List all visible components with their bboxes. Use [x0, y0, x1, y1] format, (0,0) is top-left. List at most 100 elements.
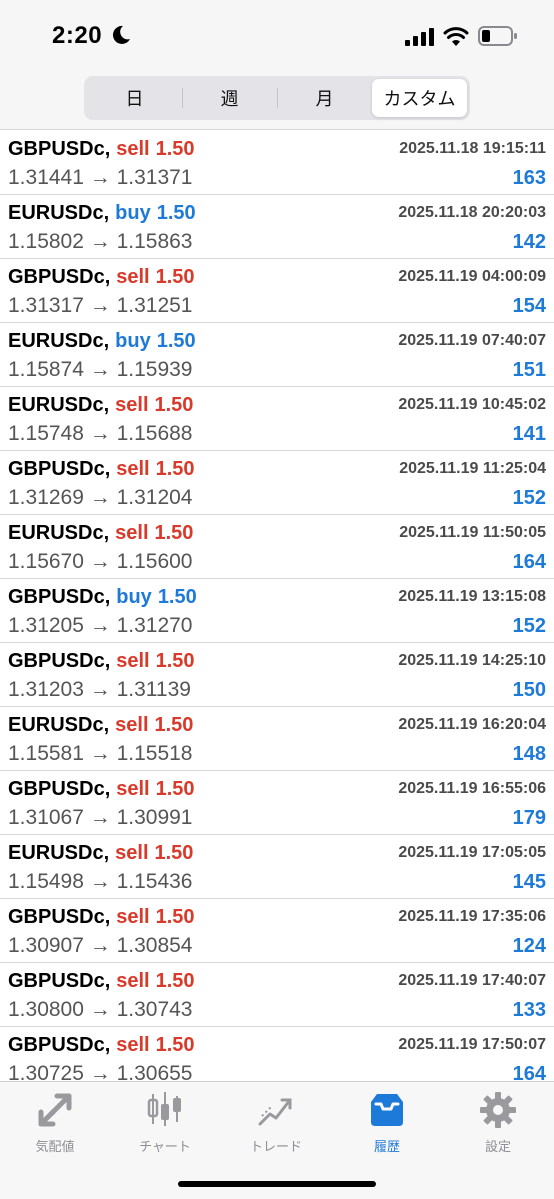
trade-profit: 164 [512, 1063, 546, 1081]
trade-side: sell [116, 458, 150, 480]
trade-timestamp: 2025.11.19 10:45:02 [398, 396, 546, 413]
trade-timestamp: 2025.11.19 17:50:07 [398, 1036, 546, 1053]
segment-custom[interactable]: カスタム [372, 79, 467, 117]
trade-profit: 141 [512, 423, 546, 445]
trade-timestamp: 2025.11.19 17:05:05 [398, 844, 546, 861]
trade-row[interactable]: GBPUSDc, sell 1.50 1.31317 → 1.31251 2025.11… [0, 259, 554, 323]
trade-symbol-line: GBPUSDc, sell 1.50 [8, 650, 195, 673]
period-segmented-control: 日 週 月 カスタム [84, 76, 470, 120]
trade-side: sell [116, 970, 150, 992]
period-header: 日 週 月 カスタム [0, 72, 554, 130]
trade-profit: 150 [512, 679, 546, 701]
trade-side: sell [115, 522, 149, 544]
trade-symbol-line: EURUSDc, buy 1.50 [8, 202, 196, 225]
tab-trade[interactable]: トレード [221, 1090, 331, 1160]
trade-side: sell [116, 650, 150, 672]
status-bar: 2:20 [0, 0, 554, 72]
trade-symbol-line: EURUSDc, sell 1.50 [8, 522, 193, 545]
tab-history[interactable]: 履歴 [332, 1090, 442, 1160]
trade-symbol-line: EURUSDc, buy 1.50 [8, 330, 196, 353]
tab-label: チャート [139, 1139, 191, 1154]
trade-side: buy [115, 202, 151, 224]
trade-timestamp: 2025.11.19 13:15:08 [398, 588, 546, 605]
trade-row[interactable]: GBPUSDc, sell 1.50 1.30800 → 1.30743 2025.11… [0, 963, 554, 1027]
trade-prices: 1.15802 → 1.15863 [8, 230, 193, 253]
trade-row[interactable]: GBPUSDc, sell 1.50 1.31441 → 1.31371 2025.11… [0, 131, 554, 195]
trade-row[interactable]: GBPUSDc, sell 1.50 1.31269 → 1.31204 2025.11… [0, 451, 554, 515]
trade-row[interactable]: GBPUSDc, sell 1.50 1.30725 → 1.30655 2025.11… [0, 1027, 554, 1081]
trade-side: buy [116, 586, 152, 608]
trade-profit: 142 [512, 231, 546, 253]
trade-side: sell [116, 906, 150, 928]
trade-timestamp: 2025.11.19 07:40:07 [398, 332, 546, 349]
segment-week[interactable]: 週 [182, 79, 277, 117]
trade-symbol: EURUSDc, [8, 202, 110, 224]
trade-profit: 124 [512, 935, 546, 957]
trade-symbol-line: GBPUSDc, sell 1.50 [8, 458, 195, 481]
trade-side: sell [116, 266, 150, 288]
trade-volume: 1.50 [156, 330, 196, 352]
trade-symbol: GBPUSDc, [8, 650, 111, 672]
trade-symbol: EURUSDc, [8, 330, 110, 352]
trade-profit: 152 [512, 615, 546, 637]
trade-symbol: GBPUSDc, [8, 586, 111, 608]
trade-symbol-line: GBPUSDc, sell 1.50 [8, 138, 195, 161]
trade-prices: 1.15748 → 1.15688 [8, 422, 193, 445]
tab-settings[interactable]: 設定 [443, 1090, 553, 1160]
segment-month[interactable]: 月 [277, 79, 372, 117]
trade-prices: 1.15874 → 1.15939 [8, 358, 193, 381]
trade-profit: 133 [512, 999, 546, 1021]
quotes-icon [38, 1093, 72, 1127]
trade-history-list[interactable]: GBPUSDc, sell 1.50 1.31441 → 1.31371 2025.11… [0, 131, 554, 1081]
tab-label: トレード [249, 1139, 302, 1154]
trade-row[interactable]: EURUSDc, sell 1.50 1.15498 → 1.15436 2025.11… [0, 835, 554, 899]
trade-timestamp: 2025.11.19 17:35:06 [398, 908, 546, 925]
trade-volume: 1.50 [157, 586, 197, 608]
trade-row[interactable]: GBPUSDc, sell 1.50 1.31067 → 1.30991 2025.11… [0, 771, 554, 835]
trade-prices: 1.30907 → 1.30854 [8, 934, 193, 957]
trade-profit: 152 [512, 487, 546, 509]
gear-icon [480, 1092, 516, 1128]
trade-row[interactable]: EURUSDc, sell 1.50 1.15670 → 1.15600 2025.11… [0, 515, 554, 579]
trade-symbol: EURUSDc, [8, 714, 110, 736]
trade-row[interactable]: EURUSDc, sell 1.50 1.15748 → 1.15688 2025.11… [0, 387, 554, 451]
trade-timestamp: 2025.11.19 11:25:04 [399, 460, 546, 477]
trade-volume: 1.50 [155, 266, 195, 288]
trade-side: sell [116, 778, 150, 800]
trade-profit: 145 [512, 871, 546, 893]
trade-row[interactable]: EURUSDc, buy 1.50 1.15802 → 1.15863 2025.11.… [0, 195, 554, 259]
wifi-icon [443, 27, 469, 46]
trade-side: buy [115, 330, 151, 352]
tab-quotes[interactable]: 気配値 [0, 1090, 110, 1160]
trade-prices: 1.30725 → 1.30655 [8, 1062, 193, 1081]
status-time: 2:20 [52, 22, 103, 49]
trade-symbol-line: GBPUSDc, sell 1.50 [8, 970, 195, 993]
trade-prices: 1.15581 → 1.15518 [8, 742, 193, 765]
trade-symbol: GBPUSDc, [8, 970, 111, 992]
trade-row[interactable]: GBPUSDc, buy 1.50 1.31205 → 1.31270 2025.11.… [0, 579, 554, 643]
trade-prices: 1.15498 → 1.15436 [8, 870, 193, 893]
trade-profit: 164 [512, 551, 546, 573]
chart-candles-icon [147, 1092, 181, 1126]
trade-row[interactable]: GBPUSDc, sell 1.50 1.31203 → 1.31139 2025.11… [0, 643, 554, 707]
trade-volume: 1.50 [155, 778, 195, 800]
trade-row[interactable]: GBPUSDc, sell 1.50 1.30907 → 1.30854 2025.11… [0, 899, 554, 963]
trade-volume: 1.50 [155, 1034, 195, 1056]
segment-day[interactable]: 日 [87, 79, 182, 117]
trade-side: sell [115, 714, 149, 736]
trade-timestamp: 2025.11.18 19:15:11 [399, 140, 546, 157]
tab-chart[interactable]: チャート [110, 1090, 220, 1160]
trade-volume: 1.50 [155, 970, 195, 992]
trade-symbol-line: EURUSDc, sell 1.50 [8, 394, 193, 417]
trade-row[interactable]: EURUSDc, buy 1.50 1.15874 → 1.15939 2025.11.… [0, 323, 554, 387]
trade-profit: 148 [512, 743, 546, 765]
trade-symbol: EURUSDc, [8, 522, 110, 544]
trade-timestamp: 2025.11.19 16:55:06 [398, 780, 546, 797]
trade-symbol-line: GBPUSDc, sell 1.50 [8, 266, 195, 289]
tab-label: 履歴 [373, 1139, 400, 1154]
trade-profit: 163 [512, 167, 546, 189]
tab-label: 設定 [484, 1139, 511, 1154]
trade-row[interactable]: EURUSDc, sell 1.50 1.15581 → 1.15518 2025.11… [0, 707, 554, 771]
trade-prices: 1.31317 → 1.31251 [8, 294, 193, 317]
trade-timestamp: 2025.11.18 20:20:03 [398, 204, 546, 221]
